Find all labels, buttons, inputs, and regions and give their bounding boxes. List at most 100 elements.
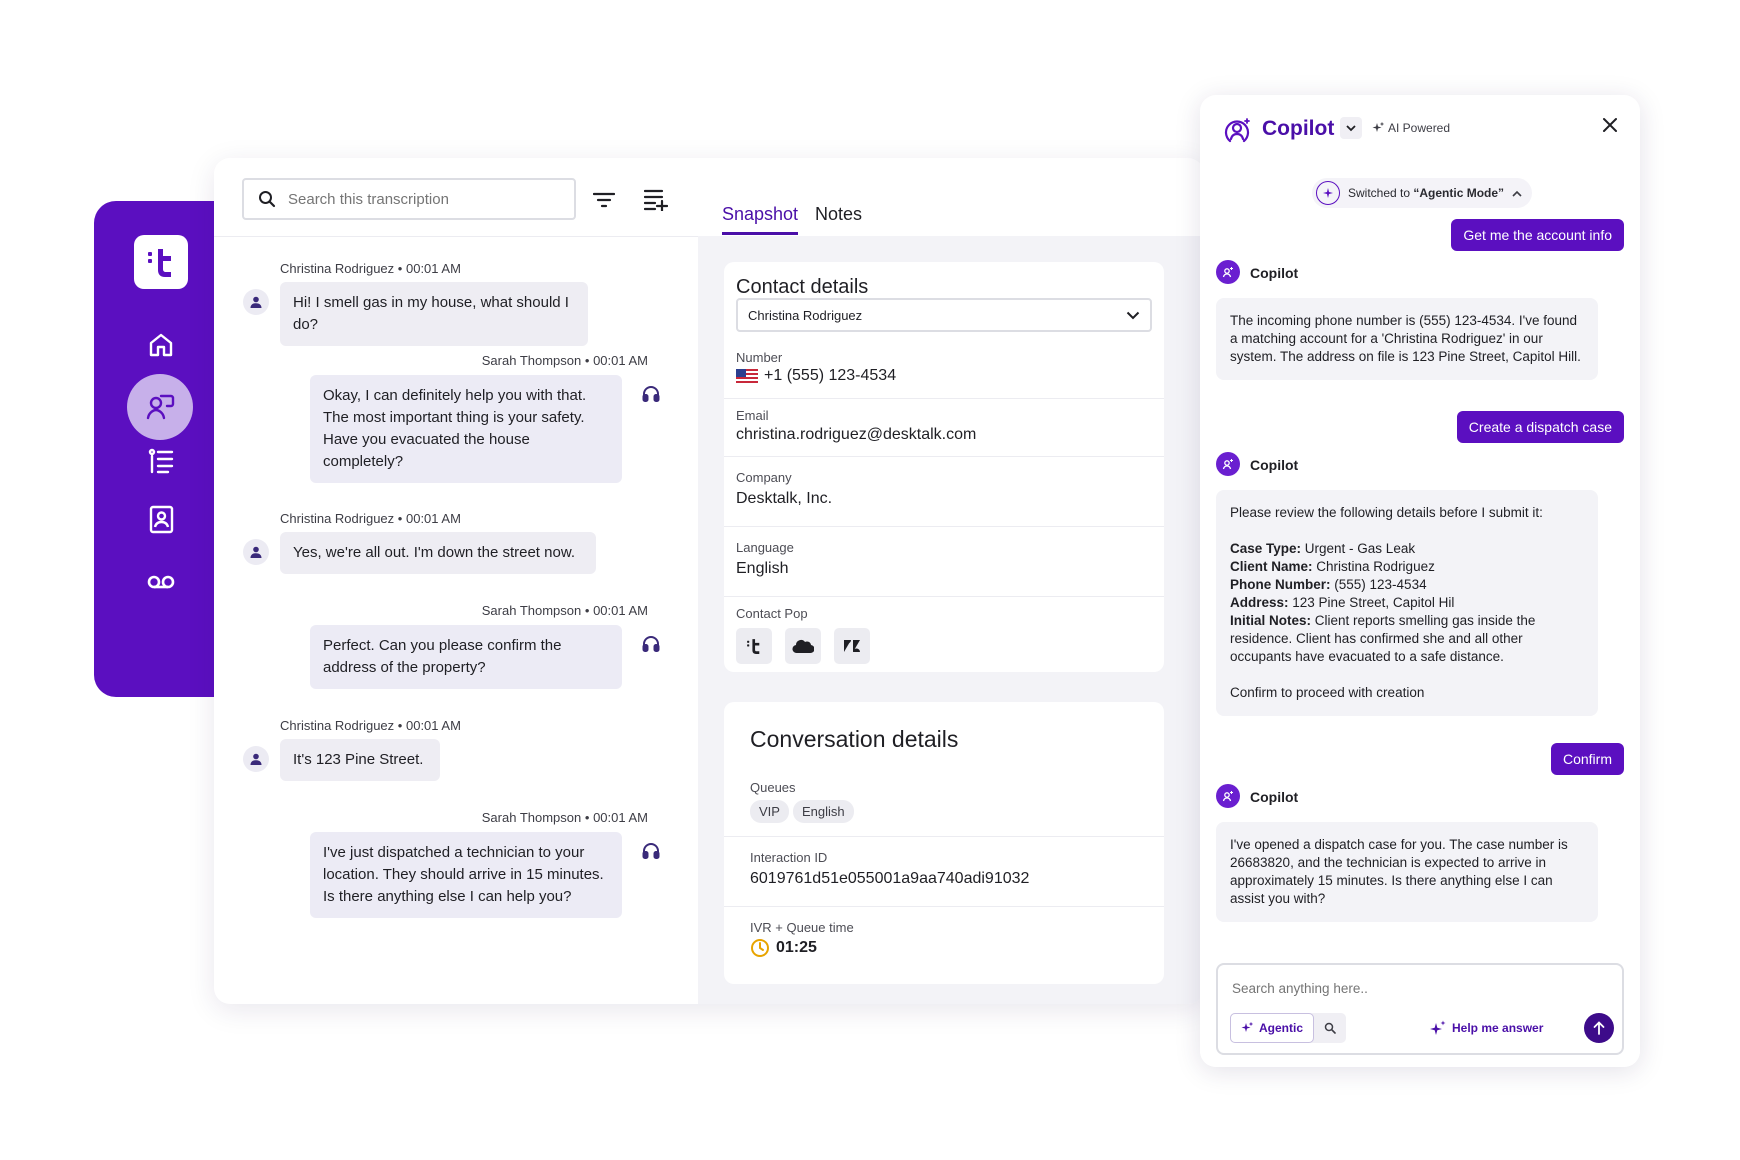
address-row: Address: 123 Pine Street, Capitol Hil [1230, 594, 1584, 612]
agentic-mode-icon [1316, 181, 1340, 205]
search-icon [1324, 1022, 1336, 1034]
queues-label: Queues [750, 780, 796, 795]
message-time: 00:01 AM [405, 511, 461, 526]
agentic-mode-button[interactable]: Agentic [1230, 1013, 1315, 1043]
email-label: Email [736, 408, 769, 423]
address-value: 123 Pine Street, Capitol Hil [1288, 595, 1455, 610]
mode-switch-pill[interactable]: Switched to “Agentic Mode” [1312, 178, 1533, 208]
tab-notes[interactable]: Notes [815, 204, 862, 225]
brand-logo-icon[interactable] [134, 235, 188, 289]
contact-pop-label: Contact Pop [736, 606, 808, 621]
message-meta: Christina Rodriguez • 00:01 AM [280, 718, 461, 733]
queues-chips: VIP English [750, 800, 858, 823]
send-button[interactable] [1584, 1013, 1614, 1043]
transcript-search-input[interactable] [288, 190, 548, 208]
interaction-id-label: Interaction ID [750, 850, 828, 865]
salesforce-cloud-icon[interactable] [785, 628, 821, 664]
message-time: 00:01 AM [405, 261, 461, 276]
language-value: English [736, 560, 789, 577]
ai-powered-text: AI Powered [1388, 121, 1451, 135]
meta-separator: • [584, 353, 590, 368]
review-outro: Confirm to proceed with creation [1230, 685, 1425, 700]
close-icon[interactable] [1602, 117, 1618, 138]
conversation-details-title: Conversation details [750, 726, 959, 752]
notes-label: Initial Notes: [1230, 613, 1312, 628]
row-divider [724, 596, 1164, 597]
customer-message: It's 123 Pine Street. [280, 739, 440, 781]
transcript-panel: Christina Rodriguez • 00:01 AM Hi! I sme… [214, 158, 698, 984]
case-type-row: Case Type: Urgent - Gas Leak [1230, 540, 1584, 558]
conversation-details-card: Conversation details Queues VIP English I… [724, 702, 1164, 984]
row-divider [724, 906, 1164, 907]
ivr-queue-label: IVR + Queue time [750, 920, 854, 935]
contact-details-card: Contact details Christina Rodriguez Numb… [724, 262, 1164, 672]
search-mode-button[interactable] [1314, 1013, 1346, 1043]
number-row: +1 (555) 123-4534 [736, 367, 896, 385]
tabs-bar: Snapshot Notes [698, 158, 1204, 236]
us-flag-icon [736, 369, 758, 383]
phone-value: (555) 123-4534 [1330, 577, 1427, 592]
customer-avatar-icon [243, 289, 269, 315]
chevron-up-icon [1512, 190, 1522, 197]
confirm-button[interactable]: Confirm [1550, 743, 1624, 775]
toolbar-divider [214, 236, 698, 237]
talkdesk-pop-icon[interactable] [736, 628, 772, 664]
copilot-title: Copilot [1262, 117, 1335, 140]
headset-icon [639, 382, 663, 406]
sparkles-icon [1430, 1020, 1446, 1035]
notes-row: Initial Notes: Client reports smelling g… [1230, 612, 1584, 666]
help-me-answer-button[interactable]: Help me answer [1430, 1020, 1543, 1036]
ai-powered-badge: AI Powered [1372, 121, 1450, 135]
client-name-label: Client Name: [1230, 559, 1313, 574]
speaker-name: Sarah Thompson [481, 603, 582, 618]
sparkle-icon [1372, 122, 1384, 132]
snapshot-panel: Snapshot Notes Contact details Christina… [698, 158, 1204, 1004]
zendesk-icon[interactable] [834, 628, 870, 664]
queue-chip: VIP [750, 800, 789, 823]
copilot-name: Copilot [1250, 457, 1299, 473]
contact-select-value: Christina Rodriguez [748, 307, 863, 323]
user-message: Get me the account info [1451, 219, 1624, 251]
copilot-panel: Copilot AI Powered Switched to “Agentic … [1200, 95, 1640, 1067]
copilot-avatar-icon [1216, 452, 1240, 476]
playlist-add-icon[interactable] [640, 184, 672, 216]
voicemail-icon[interactable] [134, 555, 188, 609]
tab-snapshot[interactable]: Snapshot [722, 204, 798, 225]
copilot-search-input[interactable] [1232, 981, 1532, 996]
message-time: 00:01 AM [405, 718, 461, 733]
copilot-menu-chevron-icon[interactable] [1340, 117, 1362, 139]
conversations-icon[interactable] [127, 374, 193, 440]
row-divider [724, 526, 1164, 527]
list-icon[interactable] [134, 434, 188, 488]
help-me-answer-label: Help me answer [1452, 1021, 1544, 1035]
number-value: +1 (555) 123-4534 [764, 367, 897, 384]
meta-separator: • [584, 810, 590, 825]
ivr-queue-value: 01:25 [776, 939, 817, 956]
clock-icon [751, 939, 769, 957]
home-icon[interactable] [134, 318, 188, 372]
headset-icon [639, 632, 663, 656]
headset-icon [639, 839, 663, 863]
copilot-input-area: Agentic Help me answer [1200, 953, 1640, 1067]
mode-toggle: Agentic [1230, 1013, 1347, 1043]
meta-separator: • [397, 261, 403, 276]
message-meta: Sarah Thompson • 00:01 AM [448, 353, 648, 368]
speaker-name: Christina Rodriguez [280, 718, 395, 733]
copilot-avatar-icon [1216, 260, 1240, 284]
copilot-logo-icon [1222, 115, 1252, 150]
mode-name: “Agentic Mode” [1413, 186, 1505, 200]
email-value: christina.rodriguez@desktalk.com [736, 426, 977, 443]
speaker-name: Sarah Thompson [481, 353, 582, 368]
contact-select[interactable]: Christina Rodriguez [736, 298, 1152, 332]
copilot-input-box: Agentic Help me answer [1216, 963, 1624, 1055]
speaker-name: Christina Rodriguez [280, 261, 395, 276]
mode-switch-text: Switched to “Agentic Mode” [1348, 186, 1504, 200]
speaker-name: Sarah Thompson [481, 810, 582, 825]
case-type-value: Urgent - Gas Leak [1301, 541, 1416, 556]
contacts-book-icon[interactable] [134, 492, 188, 546]
tab-underline [722, 232, 798, 235]
transcript-search[interactable] [242, 178, 576, 220]
copilot-message: The incoming phone number is (555) 123-4… [1216, 298, 1598, 380]
mode-prefix: Switched to [1348, 186, 1414, 200]
filter-icon[interactable] [588, 184, 620, 216]
